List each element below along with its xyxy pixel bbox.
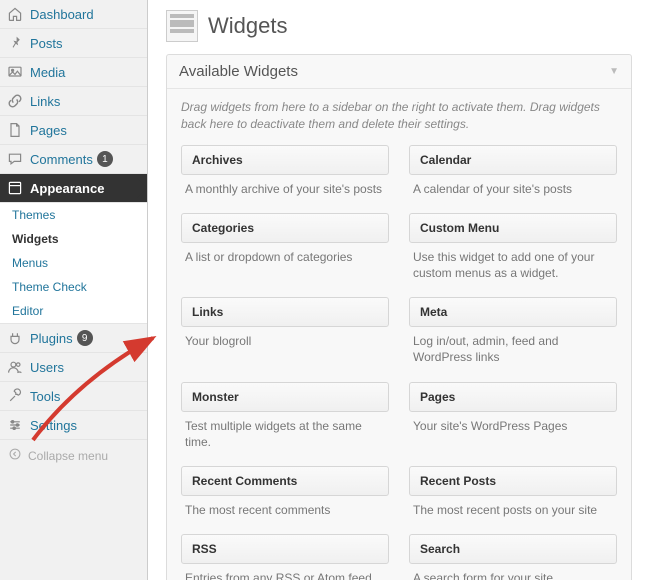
- menu-label: Plugins: [30, 331, 73, 346]
- widget-title[interactable]: Pages: [409, 382, 617, 412]
- page-header: Widgets: [166, 10, 632, 42]
- pin-icon: [6, 35, 24, 51]
- sidebar-item-links[interactable]: Links: [0, 87, 147, 116]
- sidebar-item-media[interactable]: Media: [0, 58, 147, 87]
- collapse-icon: [8, 447, 22, 464]
- widget-description: Test multiple widgets at the same time.: [181, 412, 389, 460]
- plugin-icon: [6, 330, 24, 346]
- users-icon: [6, 359, 24, 375]
- widget-description: A list or dropdown of categories: [181, 243, 389, 275]
- widget-description: A calendar of your site's posts: [409, 175, 617, 207]
- sidebar-item-pages[interactable]: Pages: [0, 116, 147, 145]
- widget-description: The most recent comments: [181, 496, 389, 528]
- widgets-page-icon: [166, 10, 198, 42]
- sidebar-item-settings[interactable]: Settings: [0, 411, 147, 440]
- submenu-item-menus[interactable]: Menus: [0, 251, 147, 275]
- widget-title[interactable]: Archives: [181, 145, 389, 175]
- appearance-submenu: Themes Widgets Menus Theme Check Editor: [0, 203, 147, 324]
- submenu-item-theme-check[interactable]: Theme Check: [0, 275, 147, 299]
- appearance-icon: [6, 180, 24, 196]
- menu-label: Links: [30, 94, 60, 109]
- widget-description: A search form for your site: [409, 564, 617, 580]
- menu-label: Tools: [30, 389, 60, 404]
- menu-label: Comments: [30, 152, 93, 167]
- widget-title[interactable]: Links: [181, 297, 389, 327]
- widget-title[interactable]: Custom Menu: [409, 213, 617, 243]
- widget-description: Log in/out, admin, feed and WordPress li…: [409, 327, 617, 375]
- widget-title[interactable]: Categories: [181, 213, 389, 243]
- menu-label: Dashboard: [30, 7, 94, 22]
- widget-grid: ArchivesA monthly archive of your site's…: [167, 145, 631, 580]
- widget-description: Entries from any RSS or Atom feed: [181, 564, 389, 580]
- sidebar-item-posts[interactable]: Posts: [0, 29, 147, 58]
- widget-item: CategoriesA list or dropdown of categori…: [181, 213, 389, 291]
- page-title: Widgets: [208, 13, 287, 39]
- widget-title[interactable]: Calendar: [409, 145, 617, 175]
- panel-description: Drag widgets from here to a sidebar on t…: [167, 89, 631, 145]
- widget-item: RSSEntries from any RSS or Atom feed: [181, 534, 389, 580]
- widget-title[interactable]: Meta: [409, 297, 617, 327]
- settings-icon: [6, 417, 24, 433]
- media-icon: [6, 64, 24, 80]
- widget-description: The most recent posts on your site: [409, 496, 617, 528]
- widget-item: Recent PostsThe most recent posts on you…: [409, 466, 617, 528]
- menu-label: Settings: [30, 418, 77, 433]
- widget-item: MetaLog in/out, admin, feed and WordPres…: [409, 297, 617, 375]
- available-widgets-panel: Available Widgets ▼ Drag widgets from he…: [166, 54, 632, 580]
- widget-title[interactable]: Monster: [181, 382, 389, 412]
- sidebar-item-dashboard[interactable]: Dashboard: [0, 0, 147, 29]
- widget-item: CalendarA calendar of your site's posts: [409, 145, 617, 207]
- menu-label: Pages: [30, 123, 67, 138]
- menu-label: Users: [30, 360, 64, 375]
- submenu-item-editor[interactable]: Editor: [0, 299, 147, 323]
- widget-title[interactable]: Recent Comments: [181, 466, 389, 496]
- plugins-badge: 9: [77, 330, 93, 346]
- panel-title: Available Widgets: [179, 63, 298, 80]
- widget-description: Your blogroll: [181, 327, 389, 359]
- submenu-item-widgets[interactable]: Widgets: [0, 227, 147, 251]
- widget-title[interactable]: Recent Posts: [409, 466, 617, 496]
- collapse-menu[interactable]: Collapse menu: [0, 440, 147, 471]
- widget-item: PagesYour site's WordPress Pages: [409, 382, 617, 460]
- widget-item: SearchA search form for your site: [409, 534, 617, 580]
- menu-label: Posts: [30, 36, 63, 51]
- submenu-item-themes[interactable]: Themes: [0, 203, 147, 227]
- sidebar-item-users[interactable]: Users: [0, 353, 147, 382]
- widget-description: Use this widget to add one of your custo…: [409, 243, 617, 291]
- main-content: Widgets Available Widgets ▼ Drag widgets…: [148, 0, 650, 580]
- link-icon: [6, 93, 24, 109]
- widget-title[interactable]: Search: [409, 534, 617, 564]
- sidebar-item-plugins[interactable]: Plugins 9: [0, 324, 147, 353]
- collapse-label: Collapse menu: [28, 449, 108, 463]
- widget-item: ArchivesA monthly archive of your site's…: [181, 145, 389, 207]
- sidebar-item-comments[interactable]: Comments 1: [0, 145, 147, 174]
- admin-sidebar: Dashboard Posts Media Links Pages Commen…: [0, 0, 148, 580]
- sidebar-item-appearance[interactable]: Appearance: [0, 174, 147, 203]
- widget-description: A monthly archive of your site's posts: [181, 175, 389, 207]
- panel-toggle-icon[interactable]: ▼: [609, 66, 619, 77]
- widget-title[interactable]: RSS: [181, 534, 389, 564]
- widget-item: Custom MenuUse this widget to add one of…: [409, 213, 617, 291]
- panel-header[interactable]: Available Widgets ▼: [167, 55, 631, 89]
- dashboard-icon: [6, 6, 24, 22]
- widget-item: MonsterTest multiple widgets at the same…: [181, 382, 389, 460]
- widget-item: LinksYour blogroll: [181, 297, 389, 375]
- sidebar-item-tools[interactable]: Tools: [0, 382, 147, 411]
- widget-description: Your site's WordPress Pages: [409, 412, 617, 444]
- menu-label: Media: [30, 65, 65, 80]
- comments-badge: 1: [97, 151, 113, 167]
- menu-label: Appearance: [30, 181, 104, 196]
- page-icon: [6, 122, 24, 138]
- comment-icon: [6, 151, 24, 167]
- tools-icon: [6, 388, 24, 404]
- widget-item: Recent CommentsThe most recent comments: [181, 466, 389, 528]
